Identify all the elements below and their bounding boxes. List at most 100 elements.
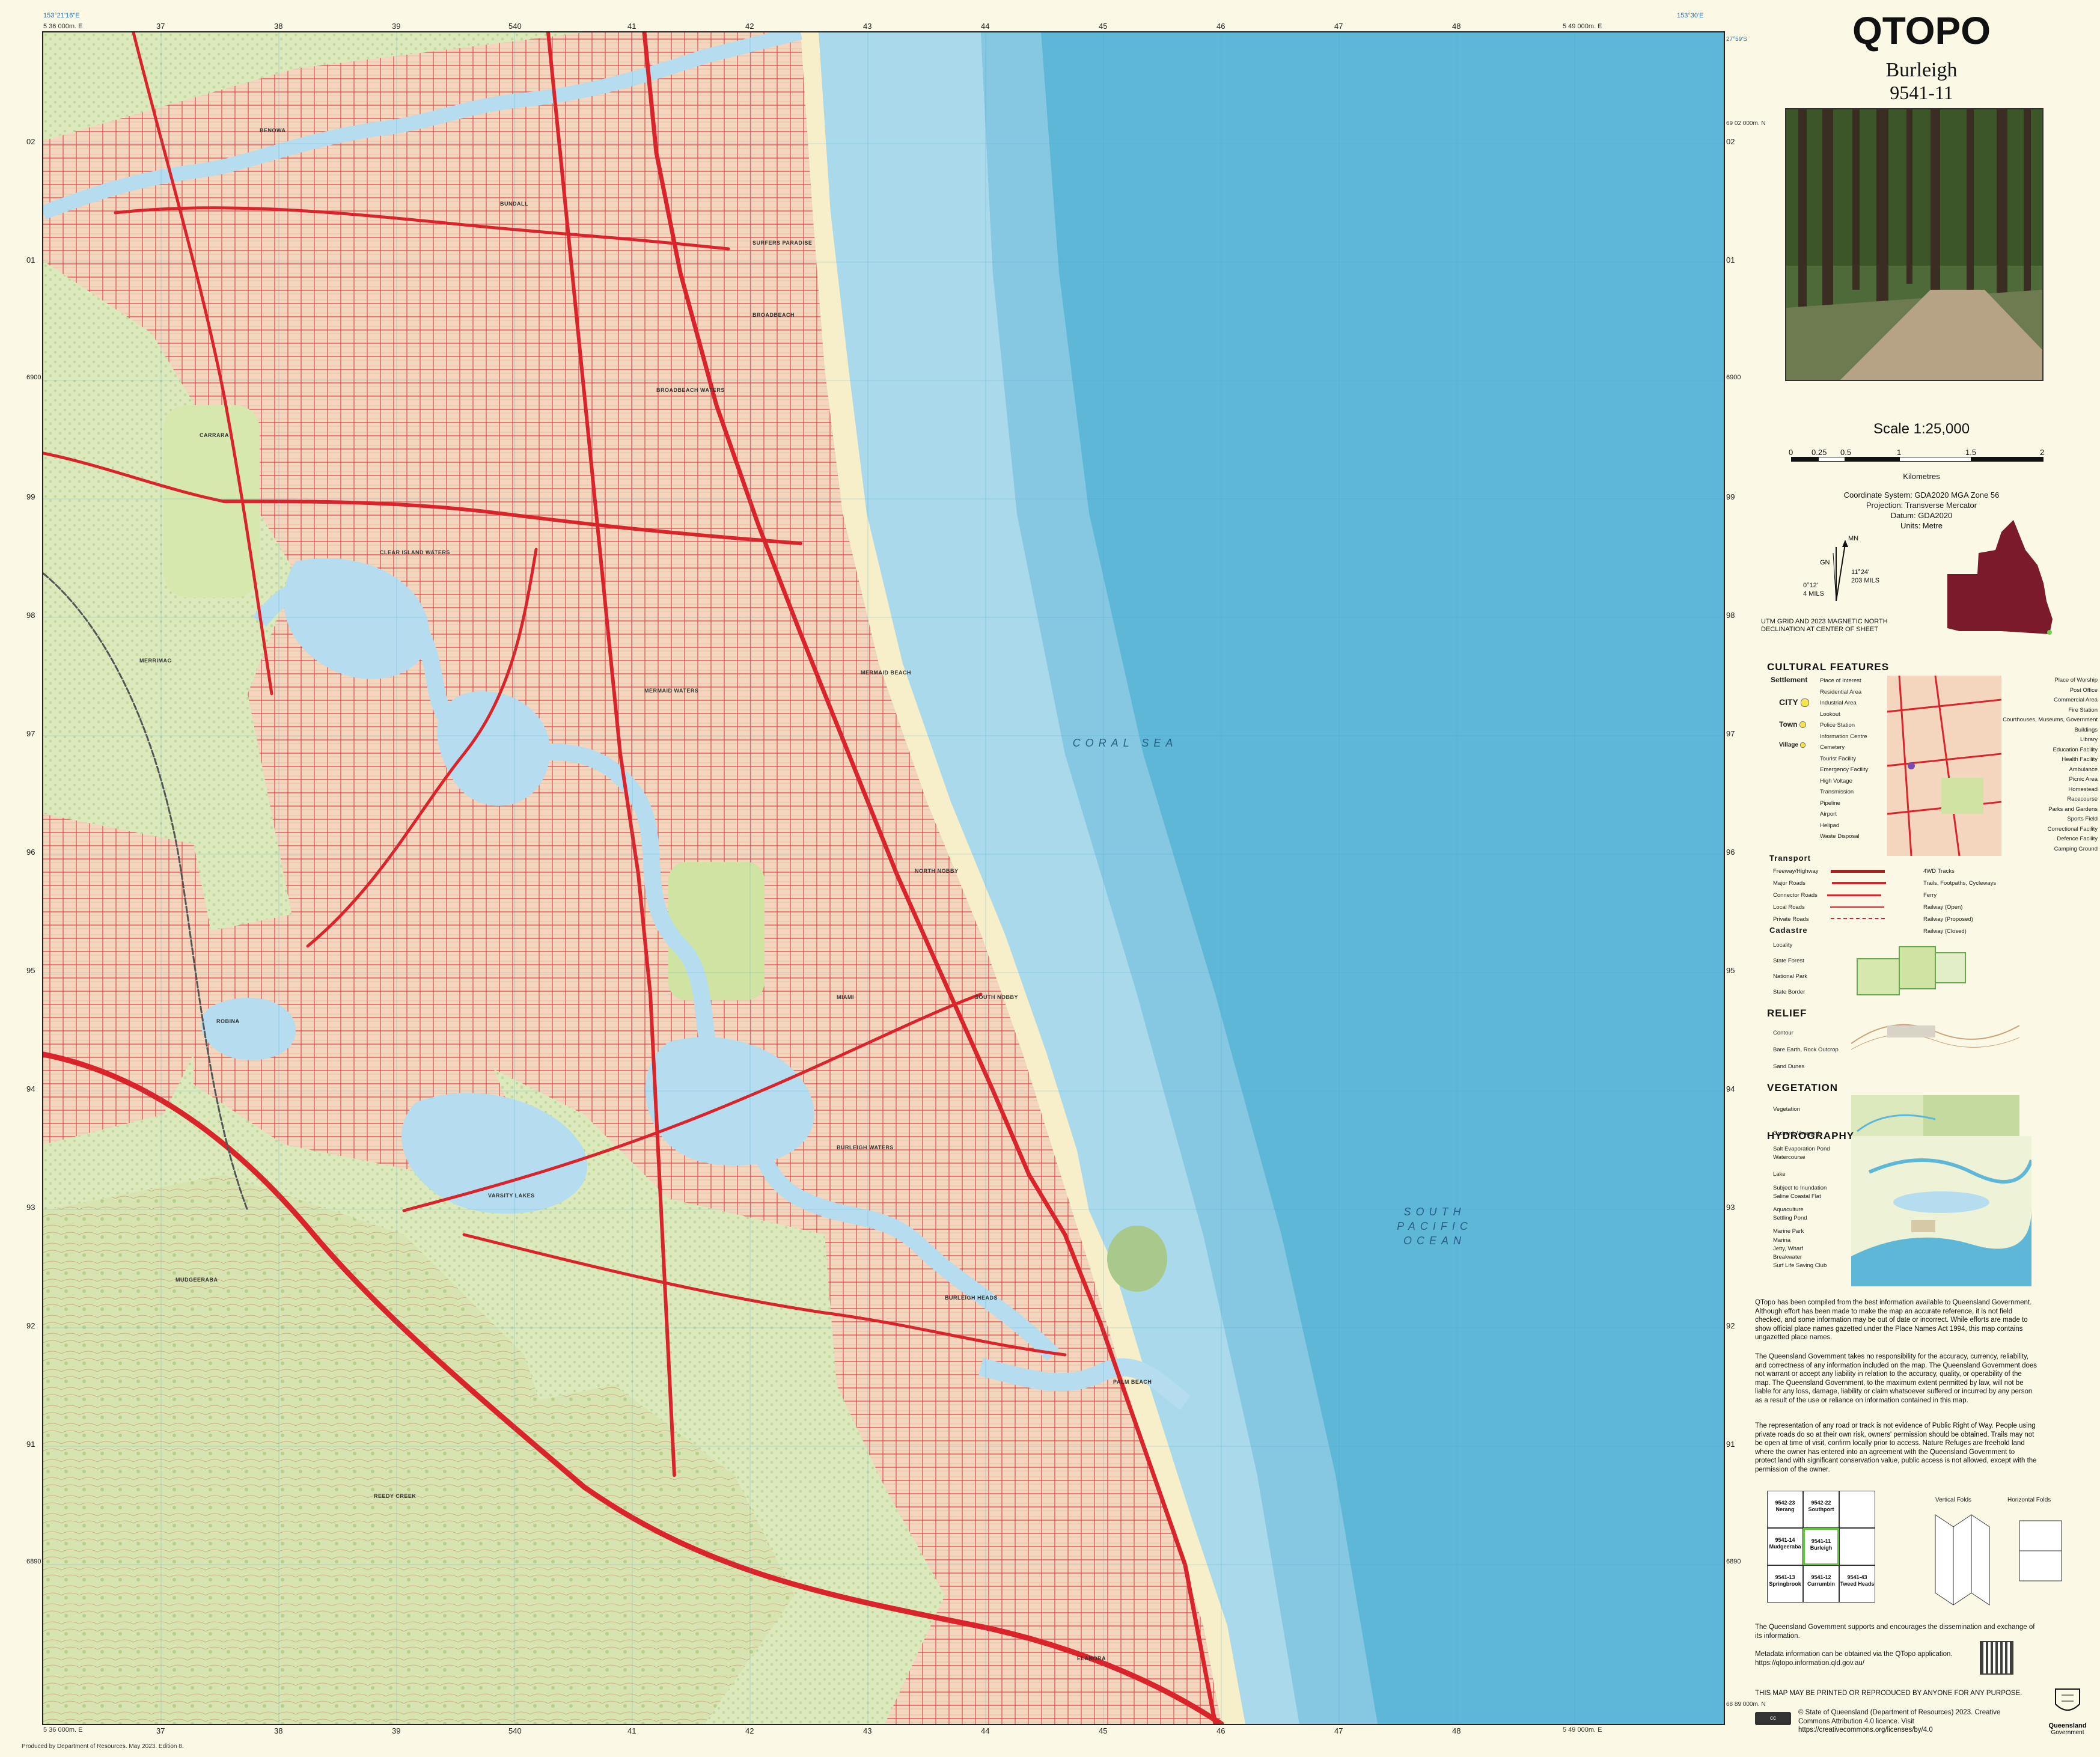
map-index: 9542-23 Nerang 9542-22 Southport 9541-14… (1767, 1491, 1881, 1605)
index-cell-tweed-heads[interactable]: 9541-43 Tweed Heads (1839, 1565, 1875, 1603)
scale-ticks: 0 0.25 0.5 1 1.5 2 (1743, 448, 2100, 457)
logo-line-2: Government (2051, 1729, 2084, 1736)
legend-item: 4WD Tracks (1923, 868, 1955, 875)
legend-item: Surf Life Saving Club (1773, 1262, 1827, 1270)
road-sample (1830, 869, 1885, 873)
label-south-pacific-ocean: SOUTH PACIFIC OCEAN (1366, 1205, 1504, 1248)
disclaimer-p2: The Queensland Government takes no respo… (1755, 1353, 2037, 1404)
place-burleigh-heads: BURLEIGH HEADS (945, 1295, 998, 1301)
northing-right-6890: 6890 (1726, 1558, 1741, 1565)
easting-bottom-39: 39 (392, 1726, 401, 1735)
qld-crest-icon (2055, 1688, 2080, 1711)
place-benowa: BENOWA (260, 127, 286, 133)
cc-badge-icon: cc (1755, 1712, 1791, 1725)
legend-item (1773, 1179, 1863, 1184)
legend-item: Emergency Facility (1820, 766, 1869, 773)
scale-tick: 2 (2040, 448, 2045, 457)
easting-top-41: 41 (627, 22, 636, 31)
legend-item: Watercourse (1773, 1154, 1805, 1161)
legend-vegetation-sample (1851, 1095, 2019, 1137)
legend-vegetation-heading: VEGETATION (1767, 1082, 1838, 1093)
legend-item: Airport (1820, 811, 1837, 817)
place-bundall: BUNDALL (500, 201, 528, 207)
map-frame[interactable]: BENOWA BUNDALL SURFERS PARADISE BROADBEA… (42, 31, 1725, 1725)
queensland-locator-map (1947, 520, 2053, 635)
index-cell-currumbin[interactable]: 9541-12 Currumbin (1803, 1565, 1839, 1603)
legend-item: Cemetery (1820, 744, 1845, 751)
road-sample (1827, 894, 1881, 896)
legend-item: Bare Earth, Rock Outcrop (1773, 1047, 1839, 1053)
qr-code-icon (1980, 1641, 2013, 1675)
legend-cultural-heading: CULTURAL FEATURES (1767, 661, 1890, 673)
index-cell-nerang[interactable]: 9542-23 Nerang (1767, 1491, 1803, 1528)
easting-top-38: 38 (274, 22, 283, 31)
northing-right-95: 95 (1726, 966, 1735, 975)
legend-town-label: Town (1779, 720, 1798, 729)
easting-bottom-44: 44 (981, 1726, 990, 1735)
northing-left-91: 91 (26, 1440, 35, 1449)
legend-item: State Forest (1773, 958, 1804, 964)
legend-item: Commercial Area (2054, 697, 2098, 703)
label-coral-sea: CORAL SEA (1065, 736, 1185, 750)
product-title: QTOPO (1852, 9, 1991, 52)
fold-diagram-icon (1935, 1514, 2062, 1606)
coral-sea-text: CORAL SEA (1072, 737, 1178, 749)
index-cell-empty (1839, 1528, 1875, 1565)
legend-item: Contour (1773, 1030, 1793, 1036)
declination-arrows (1833, 540, 1848, 602)
legend-hydro-sample (1851, 1136, 2031, 1286)
legend-item: State Border (1773, 989, 1805, 995)
northing-left-01: 01 (26, 255, 35, 264)
legend-item: Homestead (2068, 786, 2098, 793)
northing-right-91: 91 (1726, 1440, 1735, 1449)
northing-right-93: 93 (1726, 1203, 1735, 1212)
place-mermaid-waters: MERMAID WATERS (644, 688, 699, 694)
easting-bottom-45: 45 (1099, 1726, 1108, 1735)
index-cell-burleigh[interactable]: 9541-11 Burleigh (1803, 1528, 1839, 1565)
legend-village: Village (1779, 742, 1805, 748)
place-burleigh-waters: BURLEIGH WATERS (837, 1144, 894, 1150)
index-cell-springbrook[interactable]: 9541-13 Springbrook (1767, 1565, 1803, 1603)
map-canvas[interactable] (43, 32, 1724, 1724)
northing-left-02: 02 (26, 137, 35, 146)
declination-right-angle: 11°24' (1851, 569, 1870, 576)
northing-right-94: 94 (1726, 1084, 1735, 1093)
corner-bottom-right: 5 49 000m. E (1563, 1726, 1602, 1734)
legend-item: Local Roads (1773, 902, 1893, 914)
easting-top-43: 43 (863, 22, 872, 31)
legend-item: Private Roads (1773, 914, 1893, 926)
scale-unit: Kilometres (1903, 472, 1940, 481)
declination-right-mils: 203 MILS (1851, 577, 1880, 584)
easting-top-44: 44 (981, 22, 990, 31)
road-sample (1830, 918, 1885, 920)
legend-item: Railway (Proposed) (1923, 916, 1973, 923)
place-merrimac: MERRIMAC (139, 658, 172, 664)
legend-item (1773, 1201, 1863, 1206)
legend-item: Breakwater (1773, 1254, 1802, 1261)
easting-bottom-46: 46 (1216, 1726, 1226, 1735)
legend-transport-right: 4WD Tracks Trails, Footpaths, Cycleways … (1923, 866, 2044, 938)
legend-item (1773, 1162, 1863, 1170)
legend-item: Vegetation (1773, 1106, 1800, 1113)
legend-item: Locality (1773, 942, 1793, 949)
corner-bottom-left: 5 36 000m. E (43, 1726, 83, 1734)
northing-right-01: 01 (1726, 255, 1735, 264)
place-mermaid-beach: MERMAID BEACH (861, 670, 911, 676)
index-cell-southport[interactable]: 9542-22 Southport (1803, 1491, 1839, 1528)
legend-relief-sample (1851, 1024, 2019, 1050)
logo-line-1: Queensland (2048, 1722, 2087, 1729)
legend-item: Parks and Gardens (2048, 805, 2098, 813)
northing-left-94: 94 (26, 1084, 35, 1093)
northing-left-95: 95 (26, 966, 35, 975)
legend-transport-heading: Transport (1769, 854, 1811, 863)
easting-top-48: 48 (1452, 22, 1461, 31)
northing-left-6900: 6900 (26, 374, 41, 381)
disclaimer-p3: The representation of any road or track … (1755, 1422, 2037, 1473)
easting-bottom-41: 41 (627, 1726, 636, 1735)
index-cell-mudgeeraba[interactable]: 9541-14 Mudgeeraba (1767, 1528, 1803, 1565)
place-south-nobby: SOUTH NOBBY (975, 994, 1019, 1000)
index-cell-empty (1839, 1491, 1875, 1528)
vertical-folds-label: Vertical Folds (1935, 1497, 1972, 1503)
place-palm-beach: PALM BEACH (1113, 1379, 1152, 1385)
easting-top-37: 37 (156, 22, 165, 31)
